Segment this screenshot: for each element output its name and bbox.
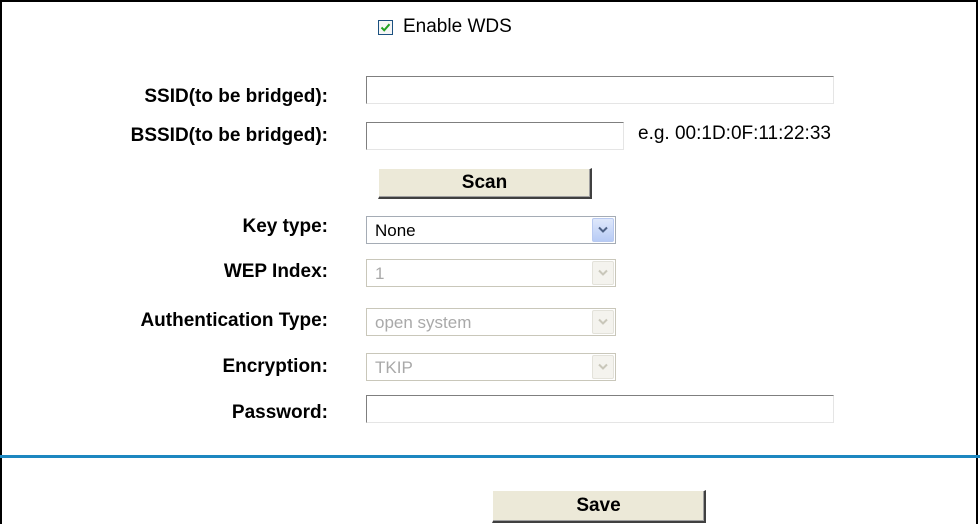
auth-type-select[interactable]: open system bbox=[366, 308, 616, 336]
encryption-select[interactable]: TKIP bbox=[366, 353, 616, 381]
enable-wds-checkbox[interactable] bbox=[378, 19, 393, 35]
auth-type-value: open system bbox=[375, 313, 472, 332]
key-type-label: Key type: bbox=[242, 216, 328, 237]
auth-type-dropdown-button[interactable] bbox=[592, 310, 614, 334]
bssid-label: BSSID(to be bridged): bbox=[130, 125, 328, 146]
ssid-input[interactable] bbox=[366, 76, 834, 104]
enable-wds-toggle[interactable]: Enable WDS bbox=[378, 16, 512, 38]
password-input[interactable] bbox=[366, 395, 834, 423]
enable-wds-label: Enable WDS bbox=[403, 16, 512, 37]
encryption-label: Encryption: bbox=[222, 356, 328, 377]
wep-index-label: WEP Index: bbox=[223, 261, 328, 282]
bssid-input[interactable] bbox=[366, 122, 624, 150]
wep-index-dropdown-button[interactable] bbox=[592, 261, 614, 285]
ssid-label: SSID(to be bridged): bbox=[144, 86, 328, 107]
wds-settings-panel: Enable WDS SSID(to be bridged): BSSID(to… bbox=[0, 0, 978, 524]
password-label: Password: bbox=[231, 402, 328, 423]
wep-index-value: 1 bbox=[375, 264, 385, 283]
key-type-dropdown-button[interactable] bbox=[592, 218, 614, 242]
key-type-select[interactable]: None bbox=[366, 216, 616, 244]
encryption-value: TKIP bbox=[375, 358, 413, 377]
chevron-down-icon bbox=[598, 269, 608, 276]
bssid-example-hint: e.g. 00:1D:0F:11:22:33 bbox=[638, 123, 831, 144]
chevron-down-icon bbox=[598, 363, 608, 370]
save-button[interactable]: Save bbox=[492, 490, 706, 523]
chevron-down-icon bbox=[598, 318, 608, 325]
scan-button[interactable]: Scan bbox=[378, 168, 592, 199]
chevron-down-icon bbox=[598, 226, 608, 233]
section-divider bbox=[0, 455, 980, 458]
check-icon bbox=[380, 23, 391, 32]
key-type-value: None bbox=[375, 221, 416, 240]
wep-index-select[interactable]: 1 bbox=[366, 259, 616, 287]
auth-type-label: Authentication Type: bbox=[140, 310, 328, 331]
encryption-dropdown-button[interactable] bbox=[592, 355, 614, 379]
